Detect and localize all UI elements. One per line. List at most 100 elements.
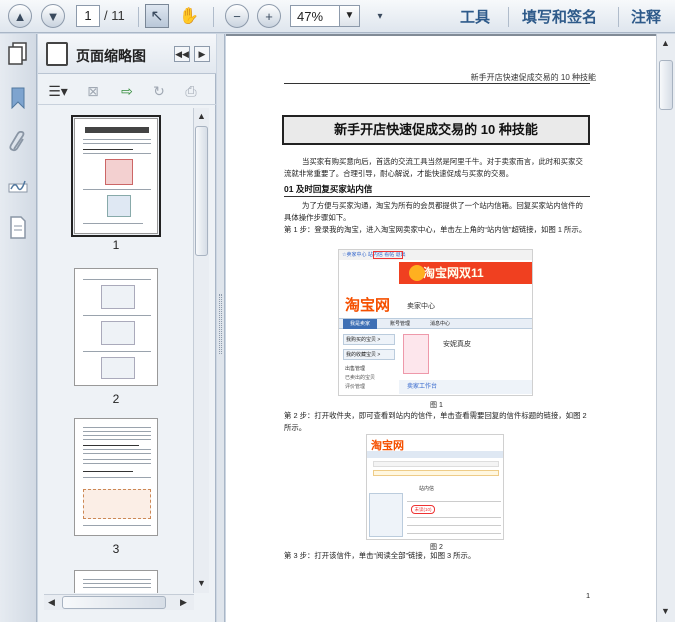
toolbar-separator (618, 7, 619, 27)
thumbnail-panel: 页面缩略图 ◀◀ ▶ ☰▾ ⊠ ⇨ ↻ ⎙ 1 2 3 ▲ ▼ ◀ ▶ (38, 34, 216, 622)
step-2-text: 第 2 步：打开收件夹，即可查看到站内的信件，单击查看需要回复的信件标题的链接，… (284, 411, 587, 432)
pages-panel-button[interactable] (6, 42, 30, 66)
scroll-down-icon[interactable]: ▼ (661, 606, 670, 616)
document-vertical-scrollbar[interactable]: ▲ ▼ (656, 34, 675, 622)
header-rule (284, 83, 590, 84)
fig1-menu-item: 出售管理 (345, 366, 366, 372)
signatures-panel-button[interactable] (6, 174, 30, 198)
bookmarks-panel-button[interactable] (6, 86, 30, 110)
delete-page-button[interactable]: ⊠ (82, 81, 104, 101)
print-icon: ⎙ (185, 82, 197, 99)
scroll-left-icon[interactable]: ◀ (48, 597, 55, 608)
zoom-out-button[interactable]: − (225, 4, 249, 28)
fig1-workbench: 卖家工作台 (399, 380, 532, 394)
hand-tool-button[interactable]: ✋ (177, 4, 201, 28)
scroll-right-icon[interactable]: ▶ (180, 597, 187, 608)
extract-page-button[interactable]: ⇨ (116, 81, 138, 101)
fig1-tab-seller: 我是卖家 (343, 319, 377, 329)
scroll-up-icon[interactable]: ▲ (197, 111, 206, 121)
cursor-icon: ↖ (150, 8, 164, 25)
thumbnail-horizontal-scrollbar[interactable]: ◀ ▶ (44, 594, 194, 610)
page-copy-icon (8, 42, 27, 65)
document-icon (10, 216, 26, 239)
thumbnail-list: 1 2 3 (44, 108, 194, 593)
fig1-top-links: ☆卖家中心 站内信 看帖 退出 (339, 250, 532, 260)
signature-icon (8, 180, 28, 193)
scrollbar-thumb[interactable] (62, 596, 166, 609)
main-toolbar: ▲ ▼ 1 / 11 ↖ ✋ − + 47% ▼ ▾ 工具 填写和签名 注释 (0, 0, 675, 33)
zoom-in-button[interactable]: + (257, 4, 281, 28)
section-heading: 01 及时回复买家站内信 (284, 183, 590, 197)
fig1-menu-item: 已卖出的宝贝 (345, 375, 376, 381)
zoom-value: 47% (297, 9, 324, 24)
scrollbar-thumb[interactable] (659, 60, 673, 110)
arrow-up-icon: ▲ (13, 8, 27, 24)
fig1-logo-sub: 卖家中心 (407, 303, 435, 310)
pdf-page: 新手开店快速促成交易的 10 种技能 新手开店快速促成交易的 10 种技能 当买… (226, 36, 656, 622)
next-page-button[interactable]: ▼ (41, 4, 65, 28)
previous-page-button[interactable]: ▲ (8, 4, 32, 28)
page-thumbnail-2[interactable] (74, 268, 158, 386)
layers-panel-button[interactable] (6, 216, 30, 240)
toolbar-separator (138, 7, 139, 27)
fig1-menu-item: 我购买的宝贝 > (343, 334, 395, 345)
figure-1-caption: 图 1 (430, 402, 443, 409)
thumbnail-toolbar: ☰▾ ⊠ ⇨ ↻ ⎙ (38, 75, 216, 105)
scroll-up-icon[interactable]: ▲ (661, 38, 670, 48)
fig1-menu-item: 我的收藏宝贝 > (343, 349, 395, 360)
splitter-grip[interactable] (219, 294, 222, 354)
fig1-tab-messages: 消息中心 (429, 321, 450, 327)
attachments-panel-button[interactable] (6, 130, 30, 154)
fig1-highlight-box (373, 251, 403, 259)
running-header: 新手开店快速促成交易的 10 种技能 (470, 73, 596, 82)
page-thumbnail-4[interactable] (74, 570, 158, 593)
hand-icon: ✋ (179, 8, 199, 25)
toolbar-options-button[interactable]: ▾ (368, 4, 392, 28)
minus-icon: − (233, 8, 241, 24)
page-thumbnail-1[interactable] (71, 115, 161, 237)
fig2-label: 站内信 (419, 486, 435, 492)
page-number-input[interactable]: 1 (76, 5, 100, 27)
section-paragraph: 为了方便与买家沟通，淘宝为所有的会员都提供了一个站内信箱。回复买家站内信件的具体… (284, 201, 583, 222)
select-tool-button[interactable]: ↖ (145, 4, 169, 28)
figure-2-screenshot: 淘宝网 站内信 未读(10) (366, 434, 504, 540)
panel-menu-button[interactable]: ▶ (194, 46, 210, 62)
plus-icon: + (265, 8, 273, 24)
export-page-icon: ⇨ (121, 82, 133, 99)
panel-title: 页面缩略图 (76, 48, 146, 64)
fig1-shop-name: 安妮真皮 (443, 341, 471, 348)
arrow-down-icon: ▼ (46, 8, 60, 24)
document-view: 新手开店快速促成交易的 10 种技能 新手开店快速促成交易的 10 种技能 当买… (226, 34, 656, 622)
fig1-mascot-icon (409, 265, 425, 281)
scrollbar-thumb[interactable] (195, 126, 208, 256)
page-number: 1 (586, 591, 591, 600)
print-page-button[interactable]: ⎙ (180, 81, 202, 101)
thumbnail-options-button[interactable]: ☰▾ (44, 81, 72, 101)
fig1-shop-avatar (403, 334, 429, 374)
comment-menu[interactable]: 注释 (631, 6, 661, 27)
bookmark-icon (11, 87, 25, 109)
thumbnail-label-1: 1 (112, 238, 120, 252)
panel-splitter[interactable] (217, 34, 225, 622)
paperclip-icon (9, 131, 25, 152)
delete-page-icon: ⊠ (87, 82, 99, 99)
step-1-text: 第 1 步：登录我的淘宝，进入淘宝网卖家中心，单击左上角的“站内信”超链接，如图… (284, 225, 587, 234)
scroll-down-icon[interactable]: ▼ (197, 578, 206, 588)
chevron-down-icon[interactable]: ▼ (339, 6, 359, 26)
thumbnail-label-2: 2 (112, 392, 120, 406)
thumbnail-vertical-scrollbar[interactable]: ▲ ▼ (193, 108, 209, 593)
thumbnail-panel-header: 页面缩略图 ◀◀ ▶ (38, 34, 216, 74)
page-total: / 11 (104, 8, 125, 23)
rotate-page-button[interactable]: ↻ (148, 81, 170, 101)
fill-sign-menu[interactable]: 填写和签名 (522, 6, 597, 27)
fig1-logo: 淘宝网 (345, 297, 391, 314)
step-3-text: 第 3 步：打开该信件，单击“阅读全部”链接，如图 3 所示。 (284, 551, 476, 560)
navigation-icon-strip (0, 34, 37, 622)
rotate-icon: ↻ (153, 82, 165, 99)
zoom-select[interactable]: 47% ▼ (290, 5, 360, 27)
collapse-panel-button[interactable]: ◀◀ (174, 46, 190, 62)
tools-menu[interactable]: 工具 (460, 6, 490, 27)
fig2-sidebar (369, 493, 403, 537)
toolbar-separator (508, 7, 509, 27)
page-thumbnail-3[interactable] (74, 418, 158, 536)
